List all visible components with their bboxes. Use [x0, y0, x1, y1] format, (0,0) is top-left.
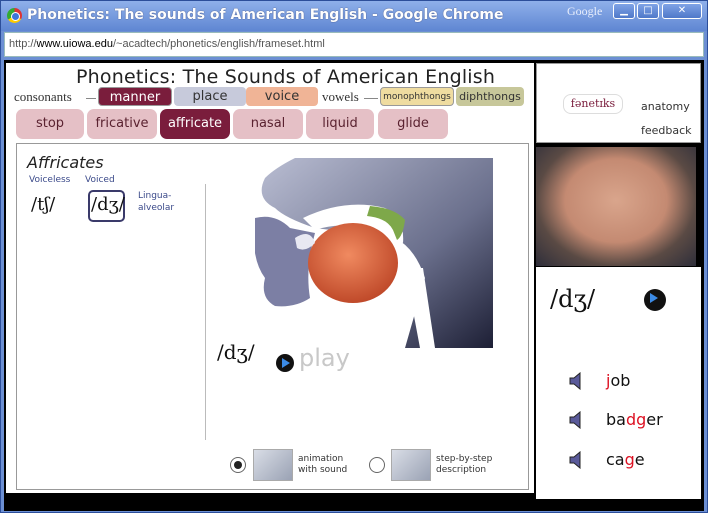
title-bar: Phonetics: The sounds of American Englis…: [1, 1, 707, 31]
vocal-tract-diagram: [255, 158, 493, 348]
tab-stop[interactable]: stop: [16, 109, 84, 139]
feedback-link[interactable]: feedback: [641, 124, 692, 137]
panel-heading: Affricates: [27, 153, 104, 172]
side-play-icon[interactable]: [644, 289, 666, 311]
place-label-line1: Lingua-: [138, 191, 172, 201]
place-button[interactable]: place: [174, 87, 246, 106]
monophthongs-button[interactable]: monophthongs: [380, 87, 454, 106]
url-prefix: http://: [9, 38, 37, 50]
side-examples: /dʒ/ job badger cage: [536, 267, 701, 499]
speaker-video[interactable]: [536, 147, 696, 266]
page-title: Phonetics: The Sounds of American Englis…: [76, 66, 496, 88]
divider: [86, 98, 96, 99]
play-icon[interactable]: [276, 354, 294, 372]
speaker-icon[interactable]: [568, 411, 586, 429]
side-header: fənetɪks anatomy feedback: [536, 63, 701, 143]
place-label-line2: alveolar: [138, 203, 175, 213]
voiceless-label: Voiceless: [29, 175, 71, 185]
divider: [364, 98, 378, 99]
window-title: Phonetics: The sounds of American Englis…: [27, 7, 504, 23]
maximize-button[interactable]: □: [637, 3, 659, 19]
voice-button[interactable]: voice: [246, 87, 318, 106]
fanetiks-logo: fənetɪks: [563, 94, 623, 114]
example-word-job[interactable]: job: [606, 371, 630, 390]
option2-label-line2: description: [436, 465, 487, 475]
consonants-label: consonants: [14, 89, 72, 104]
animation-thumbnail[interactable]: [253, 449, 293, 481]
ipa-voiceless[interactable]: /tʃ/: [31, 194, 55, 215]
tab-affricate[interactable]: affricate: [160, 109, 230, 139]
tongue: [308, 223, 398, 303]
ipa-current: /dʒ/: [217, 340, 255, 364]
example-word-cage[interactable]: cage: [606, 450, 645, 469]
speaker-icon[interactable]: [568, 372, 586, 390]
affricates-panel: Affricates Voiceless Voiced /tʃ/ /dʒ/ Li…: [16, 143, 529, 490]
url-host: www.uiowa.edu: [36, 38, 113, 50]
main-frame: Phonetics: The Sounds of American Englis…: [6, 63, 534, 493]
step-thumbnail[interactable]: [391, 449, 431, 481]
tab-nasal[interactable]: nasal: [233, 109, 303, 139]
speaker-icon[interactable]: [568, 451, 586, 469]
jaw-shape: [255, 216, 315, 307]
manner-button[interactable]: manner: [98, 87, 172, 106]
play-button[interactable]: play: [299, 344, 350, 372]
url-path: /~acadtech/phonetics/english/frameset.ht…: [112, 38, 325, 50]
radio-step-by-step[interactable]: [369, 457, 385, 473]
option1-label-line2: with sound: [298, 465, 348, 475]
browser-window: Phonetics: The sounds of American Englis…: [0, 0, 708, 513]
anatomy-link[interactable]: anatomy: [641, 100, 690, 113]
tab-fricative[interactable]: fricative: [87, 109, 157, 139]
chrome-icon: [7, 8, 22, 23]
tab-glide[interactable]: glide: [378, 109, 448, 139]
panel-divider: [205, 184, 206, 440]
close-button[interactable]: ✕: [662, 3, 702, 19]
option1-label-line1: animation: [298, 454, 344, 464]
address-bar[interactable]: http://www.uiowa.edu/~acadtech/phonetics…: [4, 32, 704, 57]
example-word-badger[interactable]: badger: [606, 410, 663, 429]
option2-label-line1: step-by-step: [436, 454, 493, 464]
google-brand: Google: [567, 4, 603, 18]
vowels-label: vowels: [322, 89, 359, 104]
voiced-label: Voiced: [85, 175, 115, 185]
ipa-voiced[interactable]: /dʒ/: [91, 194, 125, 215]
radio-animation[interactable]: [230, 457, 246, 473]
minimize-button[interactable]: ▁: [613, 3, 635, 19]
tab-liquid[interactable]: liquid: [306, 109, 374, 139]
side-ipa: /dʒ/: [550, 285, 596, 313]
diphthongs-button[interactable]: diphthongs: [456, 87, 524, 106]
